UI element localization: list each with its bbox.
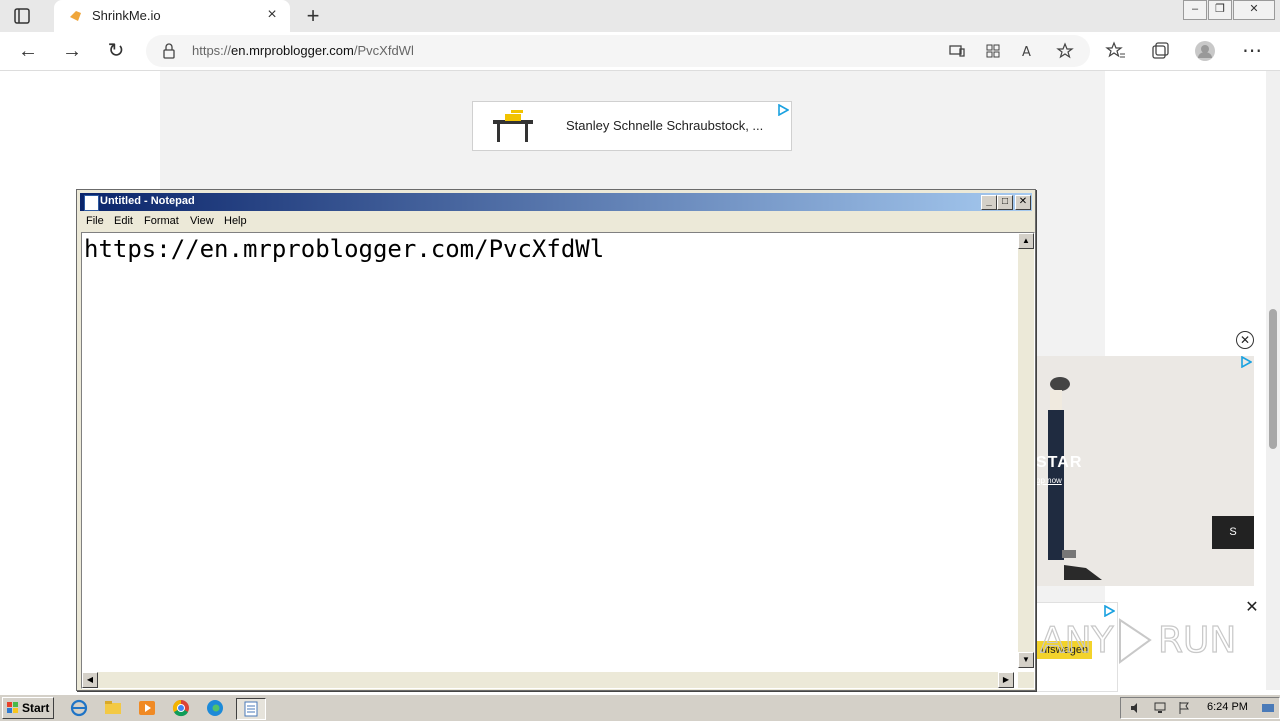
menu-edit[interactable]: Edit — [114, 215, 133, 227]
show-desktop-icon[interactable] — [1261, 701, 1275, 715]
notepad-title-bar[interactable]: Untitled - Notepad _ □ ✕ — [80, 193, 1032, 211]
app-available-icon[interactable] — [948, 42, 966, 60]
file-explorer-icon[interactable] — [102, 698, 124, 718]
svg-text:A: A — [1022, 45, 1031, 60]
notepad-maximize-button[interactable]: □ — [997, 195, 1013, 210]
volume-icon[interactable] — [1129, 701, 1143, 715]
top-ad-text: Stanley Schnelle Schraubstock, ... — [566, 118, 764, 133]
svg-text:ANY: ANY — [1040, 620, 1115, 661]
scroll-left-icon[interactable]: ◀ — [82, 672, 98, 688]
adchoices-icon[interactable] — [777, 104, 789, 116]
refresh-icon[interactable]: ↻ — [105, 40, 127, 62]
read-aloud-icon[interactable]: A — [1020, 42, 1038, 60]
menu-view[interactable]: View — [190, 215, 214, 227]
windows-taskbar: Start 6:24 PM — [0, 694, 1280, 721]
page-scrollbar-thumb[interactable] — [1269, 309, 1277, 449]
start-label: Start — [22, 701, 50, 715]
restore-button[interactable]: ❐ — [1208, 0, 1232, 20]
browser-tab[interactable]: ShrinkMe.io × — [54, 0, 290, 32]
apps-grid-icon[interactable] — [984, 42, 1002, 60]
system-tray: 6:24 PM — [1120, 697, 1280, 719]
notepad-vertical-scrollbar[interactable]: ▲ ▼ — [1018, 233, 1034, 668]
ad-shop-link[interactable]: op now — [1036, 476, 1062, 485]
forward-icon[interactable]: → — [61, 40, 83, 62]
network-icon[interactable] — [1153, 701, 1167, 715]
clock-time[interactable]: 6:24 PM — [1207, 701, 1248, 713]
page-scrollbar[interactable] — [1266, 71, 1280, 690]
shrinkme-favicon-icon — [70, 11, 81, 21]
notepad-text-area[interactable]: https://en.mrproblogger.com/PvcXfdWl ▲ ▼… — [81, 232, 1035, 689]
url-text[interactable]: https://en.mrproblogger.com/PvcXfdWl — [192, 43, 414, 58]
address-bar[interactable]: https://en.mrproblogger.com/PvcXfdWl A — [146, 35, 1090, 67]
notepad-title: Untitled - Notepad — [100, 195, 195, 207]
favorites-icon[interactable] — [1105, 40, 1127, 62]
notepad-horizontal-scrollbar[interactable]: ◀ ▶ — [82, 672, 1014, 688]
browser-tab-bar: ShrinkMe.io × + – ❐ ✕ — [0, 0, 1280, 32]
notepad-app-icon — [84, 195, 99, 211]
new-tab-icon[interactable]: + — [302, 5, 324, 27]
notepad-window[interactable]: Untitled - Notepad _ □ ✕ File Edit Forma… — [76, 189, 1036, 691]
windows-logo-icon — [7, 702, 18, 713]
close-tab-icon[interactable]: × — [264, 7, 280, 23]
collections-icon[interactable] — [1149, 40, 1171, 62]
notepad-minimize-button[interactable]: _ — [981, 195, 997, 210]
close-bottom-ad-icon[interactable]: ✕ — [1238, 598, 1266, 618]
minimize-button[interactable]: – — [1183, 0, 1207, 20]
action-center-flag-icon[interactable] — [1177, 701, 1191, 715]
notepad-taskbar-icon[interactable] — [236, 698, 266, 720]
tab-title: ShrinkMe.io — [92, 8, 161, 23]
side-fashion-ad[interactable]: STAR op now S — [1036, 356, 1254, 586]
edge-icon[interactable] — [204, 698, 226, 718]
more-options-icon[interactable]: ⋯ — [1241, 40, 1263, 62]
scroll-down-icon[interactable]: ▼ — [1018, 652, 1034, 668]
anyrun-watermark-logo: ANY RUN — [1040, 618, 1237, 664]
close-ad-icon[interactable]: ✕ — [1236, 331, 1254, 349]
tab-actions-icon[interactable] — [12, 6, 32, 26]
url-prefix: https:// — [192, 43, 232, 58]
chrome-icon[interactable] — [170, 698, 192, 718]
resize-grip-icon[interactable] — [1018, 672, 1034, 688]
scroll-up-icon[interactable]: ▲ — [1018, 233, 1034, 249]
internet-explorer-icon[interactable] — [68, 698, 90, 718]
menu-file[interactable]: File — [86, 215, 104, 227]
notepad-close-button[interactable]: ✕ — [1015, 195, 1031, 210]
top-banner-ad[interactable]: Stanley Schnelle Schraubstock, ... — [472, 101, 792, 151]
menu-help[interactable]: Help — [224, 215, 247, 227]
menu-format[interactable]: Format — [144, 215, 179, 227]
adchoices-icon[interactable] — [1240, 356, 1252, 368]
notepad-content[interactable]: https://en.mrproblogger.com/PvcXfdWl — [84, 235, 604, 263]
ad-brand-text: STAR — [1036, 454, 1083, 471]
scroll-right-icon[interactable]: ▶ — [998, 672, 1014, 688]
ad-cta-button[interactable]: S — [1212, 516, 1254, 549]
workbench-product-image — [493, 110, 533, 142]
url-path: /PvcXfdWl — [353, 43, 414, 58]
media-player-icon[interactable] — [136, 698, 158, 718]
close-window-button[interactable]: ✕ — [1233, 0, 1275, 20]
url-host: en.mrproblogger.com — [231, 43, 354, 58]
add-favorite-icon[interactable] — [1056, 42, 1074, 60]
lock-icon[interactable] — [162, 43, 176, 59]
profile-avatar-icon[interactable] — [1194, 40, 1216, 62]
browser-nav-bar: ← → ↻ https://en.mrproblogger.com/PvcXfd… — [0, 32, 1280, 71]
notepad-menu-bar: File Edit Format View Help — [80, 212, 1032, 231]
back-icon[interactable]: ← — [17, 40, 39, 62]
svg-text:RUN: RUN — [1158, 620, 1236, 661]
start-button[interactable]: Start — [2, 697, 54, 719]
